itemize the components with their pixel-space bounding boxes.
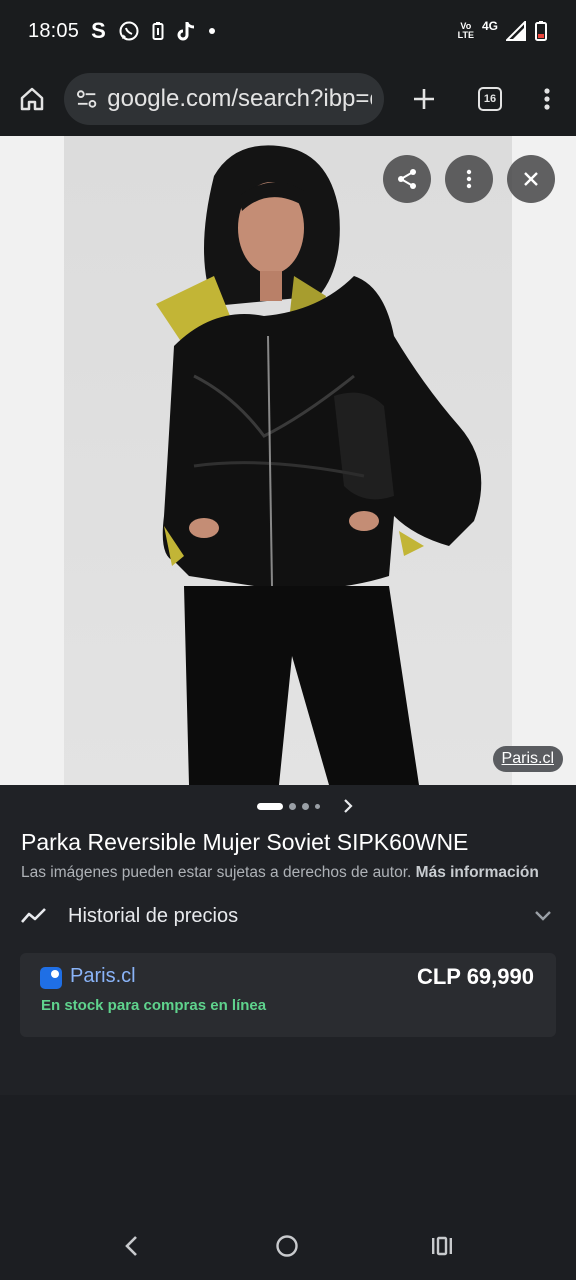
store-offer-card[interactable]: Paris.cl CLP 69,990 En stock para compra…	[20, 953, 556, 1037]
close-button[interactable]	[507, 155, 555, 203]
close-icon	[524, 172, 538, 186]
pager-dot[interactable]	[301, 802, 309, 810]
dot-icon	[208, 28, 215, 34]
price-history-toggle[interactable]: Historial de precios	[20, 897, 556, 935]
product-image	[156, 145, 482, 785]
product-details-panel: Parka Reversible Mujer Soviet SIPK60WNE …	[0, 785, 576, 1095]
tiktok-icon	[177, 22, 194, 41]
chevron-right-icon[interactable]	[341, 797, 355, 815]
store-logo-icon	[40, 967, 62, 989]
volte-indicator: Vo LTE	[458, 22, 474, 40]
status-bar: 18:05 S Vo LTE 4G	[0, 0, 576, 62]
volte-bottom: LTE	[457, 30, 474, 40]
store-name-link[interactable]: Paris.cl	[70, 965, 136, 988]
system-status-icons: Vo LTE 4G	[458, 19, 548, 42]
share-button[interactable]	[383, 155, 431, 203]
home-circle-icon	[276, 1235, 298, 1257]
recents-icon	[432, 1236, 452, 1256]
home-icon	[20, 87, 44, 111]
battery-icon	[535, 21, 547, 41]
plus-icon	[414, 89, 434, 109]
stock-status: En stock para compras en línea	[41, 997, 267, 1014]
pager-dot-active[interactable]	[256, 802, 283, 810]
notification-icons: S	[91, 18, 216, 44]
address-bar[interactable]: google.com/search?ibp=c	[64, 73, 384, 125]
chevron-down-icon	[535, 911, 551, 921]
offer-price: CLP 69,990	[416, 964, 534, 989]
site-settings-icon[interactable]	[76, 88, 97, 110]
image-viewer[interactable]: Paris.cl	[0, 136, 576, 785]
browser-menu-button[interactable]	[532, 81, 562, 117]
pager-dot[interactable]	[314, 803, 320, 809]
product-title: Parka Reversible Mujer Soviet SIPK60WNE	[21, 829, 469, 855]
more-options-button[interactable]	[445, 155, 493, 203]
price-history-label: Historial de precios	[68, 904, 239, 927]
browser-toolbar: google.com/search?ibp=c 16	[0, 62, 576, 136]
url-text[interactable]: google.com/search?ibp=c	[107, 85, 372, 113]
battery-saver-icon	[152, 22, 164, 40]
whatsapp-icon	[119, 21, 139, 41]
status-time: 18:05	[28, 19, 80, 42]
image-pager[interactable]	[0, 799, 576, 813]
copyright-notice: Las imágenes pueden estar sujetas a dere…	[21, 864, 539, 882]
new-tab-button[interactable]	[406, 81, 442, 117]
system-navigation-bar	[0, 1202, 576, 1280]
signal-icon	[506, 21, 526, 41]
recents-button[interactable]	[426, 1230, 458, 1262]
pager-dot[interactable]	[288, 802, 296, 810]
more-vert-icon	[466, 169, 472, 189]
screen: 18:05 S Vo LTE 4G google.com/search?ibp=…	[0, 0, 576, 1280]
product-photo[interactable]	[64, 136, 512, 785]
page-background	[0, 1095, 576, 1202]
more-info-link[interactable]: Más información	[416, 864, 539, 881]
network-type: 4G	[481, 19, 498, 33]
copyright-text: Las imágenes pueden estar sujetas a dere…	[21, 864, 412, 881]
home-button[interactable]	[14, 81, 50, 117]
s-icon: S	[91, 18, 106, 43]
more-vert-icon	[544, 88, 550, 110]
tab-switcher-button[interactable]: 16	[472, 81, 508, 117]
trending-icon	[21, 908, 46, 923]
back-button[interactable]	[116, 1230, 148, 1262]
image-source-link[interactable]: Paris.cl	[492, 746, 563, 772]
home-nav-button[interactable]	[271, 1230, 303, 1262]
back-icon	[125, 1236, 137, 1256]
share-icon	[398, 169, 416, 189]
tab-count: 16	[478, 87, 502, 111]
